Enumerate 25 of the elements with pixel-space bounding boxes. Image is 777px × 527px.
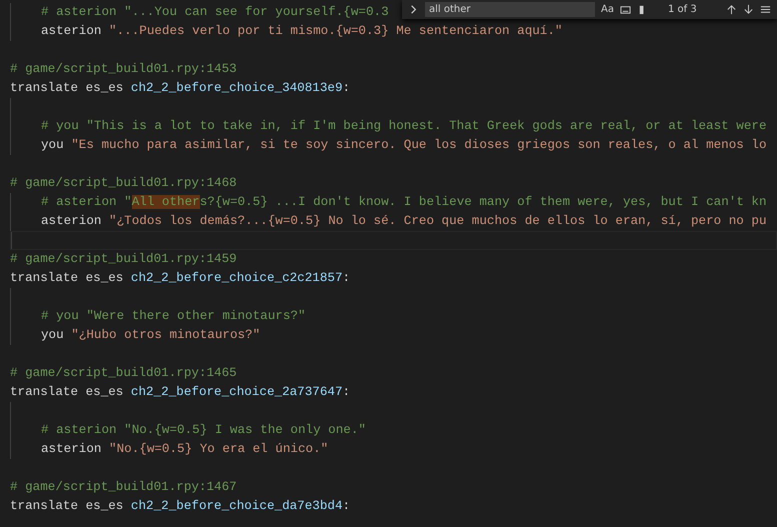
code-line: you "Es mucho para asimilar, si te soy sincero. Que los dioses griegos son reales, o al menos lo [10, 136, 777, 155]
find-input-field[interactable]: all other [425, 2, 595, 17]
code-line: # you "This is a lot to take in, if I'm being honest. That Greek gods are real, or at least were [10, 117, 777, 136]
code-line: asterion "...Puedes verlo por ti mismo.{w=0.3} Me sentenciaron aquí." [10, 22, 777, 41]
arrow-up-icon[interactable] [726, 4, 737, 15]
code-line: # you "Were there other minotaurs?" [10, 307, 777, 326]
whole-word-icon[interactable] [620, 4, 631, 15]
menu-icon[interactable] [760, 4, 771, 15]
code-line: asterion "¿Todos los demás?...{w=0.5} No lo sé. Creo que muchos de ellos lo eran, sí, pero no pu [10, 212, 777, 231]
code-line: translate es_es ch2_2_before_choice_c2c21857: [9, 270, 352, 287]
code-line: translate es_es ch2_2_before_choice_2a737647: [9, 384, 352, 401]
match-case-toggle[interactable]: Aa [601, 2, 614, 17]
code-line: translate es_es ch2_2_before_choice_da7e3bd4: [9, 498, 352, 515]
match-count: 1 of 3 [668, 3, 698, 17]
code-line: # game/script_build01.rpy:1467 [9, 479, 238, 496]
code-line: asterion "No.{w=0.5} Yo era el único." [10, 440, 777, 459]
code-line: # asterion "No.{w=0.5} I was the only one." [10, 421, 777, 440]
arrow-down-icon[interactable] [743, 4, 754, 15]
code-line: translate es_es ch2_2_before_choice_340813e9: [9, 80, 352, 97]
code-line: # game/script_build01.rpy:1459 [9, 251, 238, 268]
code-line: you "¿Hubo otros minotauros?" [10, 326, 777, 345]
code-line: # game/script_build01.rpy:1468 [9, 175, 238, 192]
chevron-icon[interactable] [408, 4, 419, 15]
code-line: # game/script_build01.rpy:1465 [9, 365, 238, 382]
code-line: # game/script_build01.rpy:1453 [9, 61, 238, 78]
